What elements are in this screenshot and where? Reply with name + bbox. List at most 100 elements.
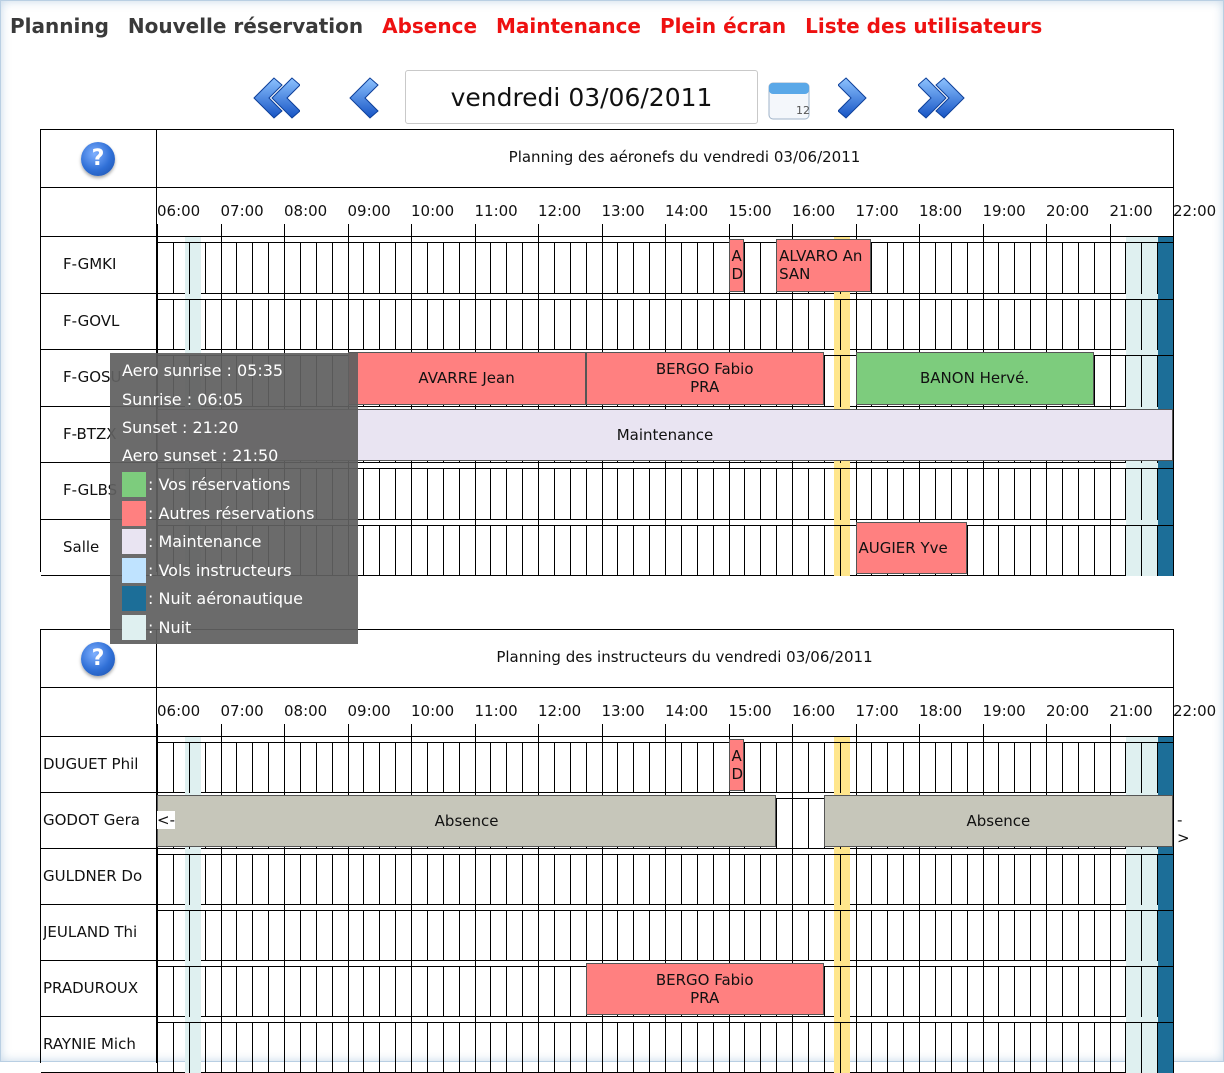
time-tick-label: 20:00 <box>1046 202 1090 220</box>
menu-maintenance[interactable]: Maintenance <box>496 14 641 38</box>
grid-line <box>1061 469 1063 520</box>
row-label[interactable]: RAYNIE Mich <box>43 1035 153 1053</box>
reservation-bar[interactable]: AUGIER Yve <box>855 521 967 574</box>
grid-line <box>426 967 428 1017</box>
date-display[interactable]: vendredi 03/06/2011 <box>405 70 758 124</box>
menu-nouvelle-reservation[interactable]: Nouvelle réservation <box>128 14 363 38</box>
grid-line <box>506 525 508 576</box>
double-chevron-left-icon[interactable] <box>250 75 300 121</box>
absence-bar[interactable]: Absence <box>157 795 777 847</box>
grid-line <box>680 469 682 520</box>
grid-line <box>315 743 317 793</box>
grid-line <box>950 243 952 294</box>
grid-line <box>998 1023 1000 1073</box>
grid-line <box>1125 1023 1127 1073</box>
reservation-bar[interactable]: ALVADUG <box>728 239 745 292</box>
grid-line <box>172 243 174 294</box>
row-label[interactable]: F-GOVL <box>63 312 153 330</box>
sunset-marker <box>834 961 850 1017</box>
chevron-right-icon[interactable] <box>838 75 872 121</box>
grid-line <box>220 849 222 905</box>
grid-line <box>299 967 301 1017</box>
sunset-marker <box>834 293 850 350</box>
menu-liste-utilisateurs[interactable]: Liste des utilisateurs <box>805 14 1042 38</box>
grid-line <box>411 519 412 576</box>
grid-line <box>284 737 285 793</box>
legend-label: : Nuit aéronautique <box>148 589 303 608</box>
row-label[interactable]: DUGUET Phil <box>43 755 153 773</box>
sunset-marker <box>834 905 850 961</box>
grid-line <box>792 519 793 576</box>
absence-bar[interactable]: Absence <box>823 795 1173 847</box>
grid-line <box>871 299 873 350</box>
grid-line <box>1157 299 1159 350</box>
night-band-morning <box>185 961 201 1017</box>
time-tick-label: 17:00 <box>855 202 899 220</box>
chevron-left-icon[interactable] <box>346 75 380 121</box>
help-icon[interactable]: ? <box>81 142 115 176</box>
sunset-marker <box>834 849 850 905</box>
grid-line <box>744 911 746 961</box>
row-label[interactable]: PRADUROUX <box>43 979 153 997</box>
grid-line <box>601 293 603 350</box>
grid-line <box>1173 849 1174 905</box>
time-tick-label: 21:00 <box>1109 202 1153 220</box>
menu-absence[interactable]: Absence <box>382 14 477 38</box>
grid-line <box>1093 469 1095 520</box>
grid-line <box>1014 911 1016 961</box>
grid-line <box>982 737 984 793</box>
grid-line <box>553 469 555 520</box>
row-label[interactable]: JEULAND Thi <box>43 923 153 941</box>
grid-line <box>458 469 460 520</box>
grid-line <box>395 299 397 350</box>
grid-line <box>744 469 746 520</box>
grid-line <box>649 243 651 294</box>
reservation-bar[interactable]: AVARRE Jean <box>347 352 586 405</box>
grid-line <box>839 967 841 1017</box>
grid-line <box>1141 1023 1143 1073</box>
reservation-bar[interactable]: ALVARO An SAN <box>776 239 872 292</box>
double-chevron-right-icon[interactable] <box>918 75 970 121</box>
reservation-bar[interactable]: ALVADUG <box>728 739 745 791</box>
grid-line <box>1046 463 1047 520</box>
grid-line <box>204 743 206 793</box>
grid-line <box>157 849 158 905</box>
time-tick-mark <box>1046 224 1047 237</box>
row-label[interactable]: GODOT Gera <box>43 811 153 829</box>
bar-label: Absence <box>825 812 1172 830</box>
grid-line <box>553 967 555 1017</box>
grid-line <box>252 743 254 793</box>
grid-line <box>458 243 460 294</box>
grid-line <box>728 463 730 520</box>
reservation-bar[interactable]: BANON Hervé. <box>855 352 1094 405</box>
grid-line <box>934 855 936 905</box>
planning-row: F-GOVL <box>41 293 1174 350</box>
grid-line <box>522 1023 524 1073</box>
grid-line <box>712 743 714 793</box>
time-tick-mark <box>919 224 920 237</box>
grid-line <box>1077 469 1079 520</box>
grid-line <box>236 299 238 350</box>
row-top-strip <box>157 742 1173 743</box>
grid-line <box>363 1023 365 1073</box>
help-icon[interactable]: ? <box>81 642 115 676</box>
grid-line <box>569 299 571 350</box>
reservation-bar[interactable]: BERGO Fabio PRA <box>585 352 824 405</box>
menu-planning[interactable]: Planning <box>10 14 109 38</box>
menu-plein-ecran[interactable]: Plein écran <box>660 14 786 38</box>
row-label[interactable]: GULDNER Do <box>43 867 153 885</box>
grid-line <box>649 299 651 350</box>
grid-line <box>379 469 381 520</box>
grid-line <box>998 911 1000 961</box>
time-tick-label: 10:00 <box>411 702 455 720</box>
calendar-icon[interactable]: 12 <box>766 78 812 122</box>
grid-line <box>426 299 428 350</box>
grid-line <box>331 243 333 294</box>
left-arrow: <- <box>157 811 175 829</box>
row-label[interactable]: F-GMKI <box>63 255 153 273</box>
grid-line <box>188 1023 190 1073</box>
grid-line <box>569 743 571 793</box>
grid-line <box>411 905 412 961</box>
legend-label: : Autres réservations <box>148 503 315 523</box>
reservation-bar[interactable]: BERGO Fabio PRA <box>585 963 824 1015</box>
